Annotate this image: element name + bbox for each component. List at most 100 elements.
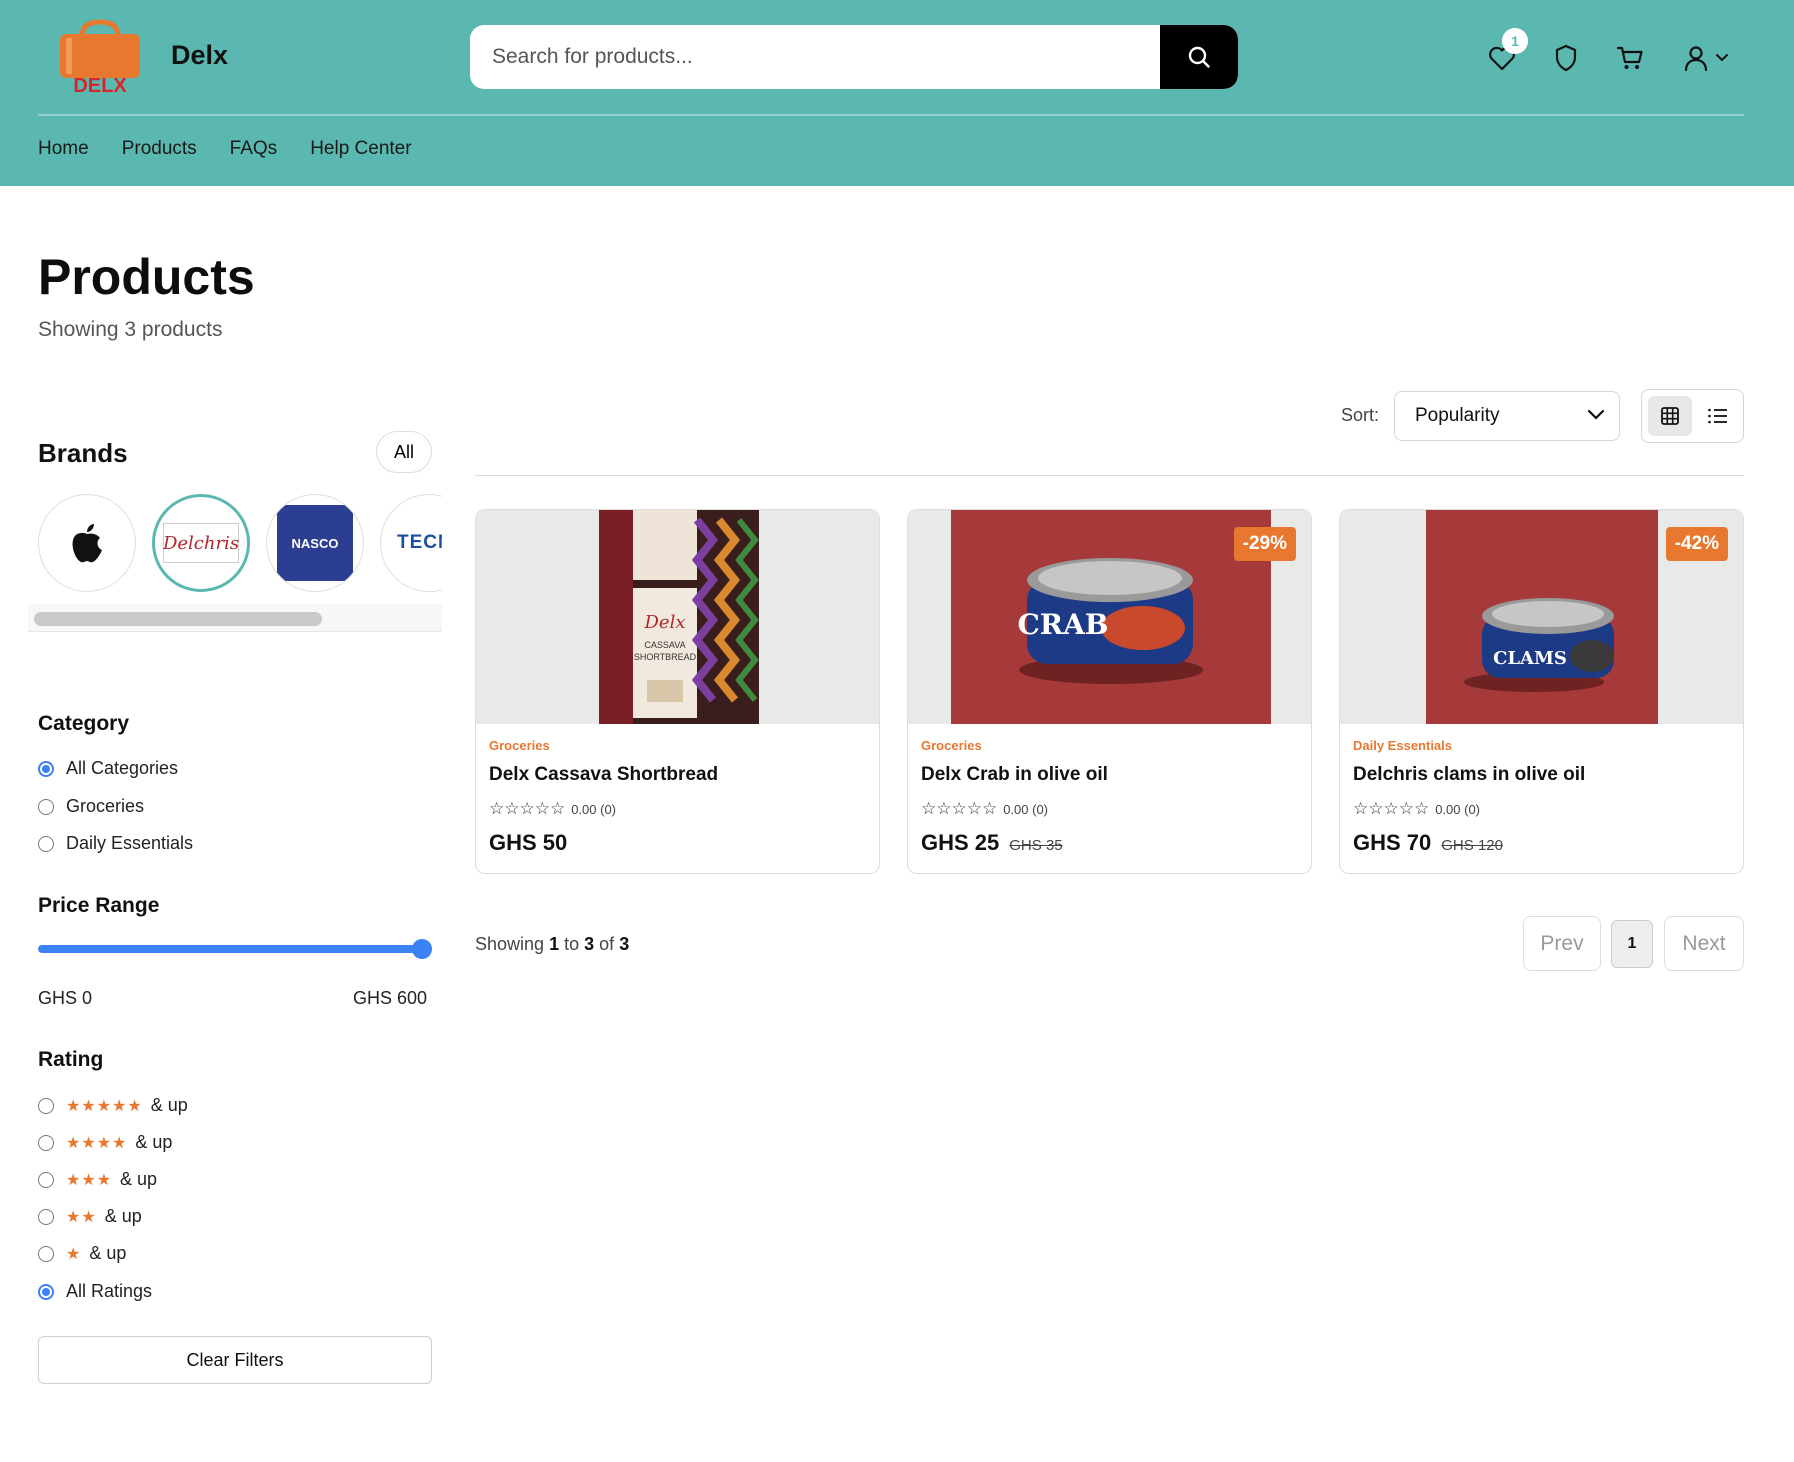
delx-logo[interactable]: DELX bbox=[56, 18, 144, 97]
radio[interactable] bbox=[38, 1171, 54, 1188]
radio[interactable] bbox=[38, 1208, 54, 1225]
chevron-down-icon bbox=[1716, 54, 1728, 62]
rating-option-4[interactable]: ★★★★ & up bbox=[38, 1132, 172, 1153]
brand-apple[interactable] bbox=[38, 494, 136, 592]
search-button[interactable] bbox=[1160, 25, 1238, 89]
brand-name[interactable]: Delx bbox=[171, 40, 228, 71]
star-rating-icons: ★ bbox=[66, 1245, 82, 1263]
product-rating: ☆☆☆☆☆ 0.00 (0) bbox=[1353, 799, 1481, 818]
brand-scrollbar-thumb[interactable] bbox=[34, 612, 322, 626]
brands-all-button[interactable]: All bbox=[376, 431, 432, 473]
current-price: GHS 25 bbox=[921, 830, 1000, 855]
empty-stars-icon: ☆☆☆☆☆ bbox=[921, 799, 998, 818]
wishlist-count-badge: 1 bbox=[1502, 28, 1528, 54]
brand-nasco[interactable]: NASCO bbox=[266, 494, 364, 592]
category-option-groceries[interactable]: Groceries bbox=[38, 796, 144, 817]
discount-badge: -29% bbox=[1233, 527, 1296, 561]
empty-stars-icon: ☆☆☆☆☆ bbox=[489, 799, 566, 818]
nav-products[interactable]: Products bbox=[122, 138, 197, 160]
wishlist-button[interactable]: 1 bbox=[1482, 28, 1528, 78]
search-bar bbox=[470, 25, 1238, 89]
radio[interactable] bbox=[38, 1097, 54, 1114]
current-price: GHS 70 bbox=[1353, 830, 1432, 855]
original-price: GHS 120 bbox=[1441, 837, 1503, 854]
user-icon bbox=[1684, 46, 1708, 72]
radio[interactable] bbox=[38, 1134, 54, 1151]
tecno-logo: TECN bbox=[397, 532, 442, 553]
search-input[interactable] bbox=[470, 25, 1160, 89]
radio-selected[interactable] bbox=[38, 1283, 54, 1300]
product-category[interactable]: Daily Essentials bbox=[1353, 738, 1452, 753]
radio[interactable] bbox=[38, 835, 54, 852]
product-count: Showing 3 products bbox=[38, 318, 223, 341]
rating-option-5[interactable]: ★★★★★ & up bbox=[38, 1095, 188, 1116]
cart-icon bbox=[1616, 46, 1643, 69]
svg-text:CASSAVA: CASSAVA bbox=[644, 640, 685, 650]
radio-selected[interactable] bbox=[38, 760, 54, 777]
nav-home[interactable]: Home bbox=[38, 138, 89, 160]
product-card[interactable]: CLAMS -42% Daily Essentials Delchris cla… bbox=[1339, 509, 1744, 874]
original-price: GHS 35 bbox=[1009, 837, 1063, 854]
crab-can-photo: CRAB bbox=[951, 510, 1271, 724]
product-name[interactable]: Delx Crab in olive oil bbox=[921, 764, 1108, 786]
product-rating: ☆☆☆☆☆ 0.00 (0) bbox=[921, 799, 1049, 818]
brand-carousel[interactable]: Delchris NASCO TECN bbox=[28, 494, 442, 632]
main-nav: Home Products FAQs Help Center bbox=[38, 138, 412, 160]
category-option-daily-essentials[interactable]: Daily Essentials bbox=[38, 833, 193, 854]
discount-badge: -42% bbox=[1665, 527, 1728, 561]
price-slider-track[interactable] bbox=[38, 945, 428, 953]
page-number-current[interactable]: 1 bbox=[1611, 920, 1653, 968]
list-view-button[interactable] bbox=[1696, 396, 1740, 436]
grid-icon bbox=[1661, 407, 1679, 425]
clams-can-photo: CLAMS bbox=[1426, 510, 1658, 724]
svg-text:CLAMS: CLAMS bbox=[1493, 648, 1567, 669]
toolbar-divider bbox=[475, 475, 1744, 476]
sort-select[interactable]: Popularity bbox=[1394, 391, 1620, 441]
product-image[interactable]: CRAB -29% bbox=[908, 510, 1311, 724]
rating-option-1[interactable]: ★ & up bbox=[38, 1243, 126, 1264]
svg-text:CRAB: CRAB bbox=[1018, 608, 1109, 641]
nav-help-center[interactable]: Help Center bbox=[310, 138, 411, 160]
product-image[interactable]: Delx CASSAVA SHORTBREAD bbox=[476, 510, 879, 724]
price-min-label: GHS 0 bbox=[38, 988, 93, 1008]
search-icon bbox=[1188, 46, 1210, 68]
brand-tecno[interactable]: TECN bbox=[380, 494, 442, 592]
product-category[interactable]: Groceries bbox=[489, 738, 550, 753]
page-title: Products bbox=[38, 249, 255, 305]
category-option-all[interactable]: All Categories bbox=[38, 758, 178, 779]
list-icon bbox=[1708, 408, 1727, 424]
chevron-down-icon bbox=[1587, 409, 1605, 420]
radio[interactable] bbox=[38, 1245, 54, 1262]
star-rating-icons: ★★★★★ bbox=[66, 1097, 143, 1115]
product-name[interactable]: Delchris clams in olive oil bbox=[1353, 764, 1585, 786]
next-page-button[interactable]: Next bbox=[1664, 916, 1744, 971]
product-name[interactable]: Delx Cassava Shortbread bbox=[489, 764, 718, 786]
star-rating-icons: ★★★★ bbox=[66, 1134, 128, 1152]
prev-page-button[interactable]: Prev bbox=[1523, 916, 1601, 971]
clear-filters-button[interactable]: Clear Filters bbox=[38, 1336, 432, 1384]
radio[interactable] bbox=[38, 798, 54, 815]
rating-option-2[interactable]: ★★ & up bbox=[38, 1206, 142, 1227]
star-rating-icons: ★★★ bbox=[66, 1171, 113, 1189]
rating-option-3[interactable]: ★★★ & up bbox=[38, 1169, 157, 1190]
product-card[interactable]: CRAB -29% Groceries Delx Crab in olive o… bbox=[907, 509, 1312, 874]
header-divider bbox=[38, 114, 1744, 116]
price-slider-thumb[interactable] bbox=[412, 939, 432, 959]
account-menu-button[interactable] bbox=[1678, 38, 1734, 78]
cart-button[interactable] bbox=[1610, 38, 1650, 78]
brand-delchris[interactable]: Delchris bbox=[152, 494, 250, 592]
compare-button[interactable] bbox=[1546, 38, 1586, 78]
product-card[interactable]: Delx CASSAVA SHORTBREAD Groceries Delx C… bbox=[475, 509, 880, 874]
product-image[interactable]: CLAMS -42% bbox=[1340, 510, 1743, 724]
empty-stars-icon: ☆☆☆☆☆ bbox=[1353, 799, 1430, 818]
shield-icon bbox=[1555, 44, 1577, 72]
delchris-logo: Delchris bbox=[163, 523, 239, 563]
nav-faqs[interactable]: FAQs bbox=[230, 138, 278, 160]
view-toggle bbox=[1641, 389, 1744, 443]
apple-logo-icon bbox=[72, 524, 102, 563]
product-category[interactable]: Groceries bbox=[921, 738, 982, 753]
rating-option-all[interactable]: All Ratings bbox=[38, 1281, 152, 1302]
category-heading: Category bbox=[38, 712, 130, 735]
grid-view-button[interactable] bbox=[1648, 396, 1692, 436]
sort-value: Popularity bbox=[1415, 405, 1500, 426]
